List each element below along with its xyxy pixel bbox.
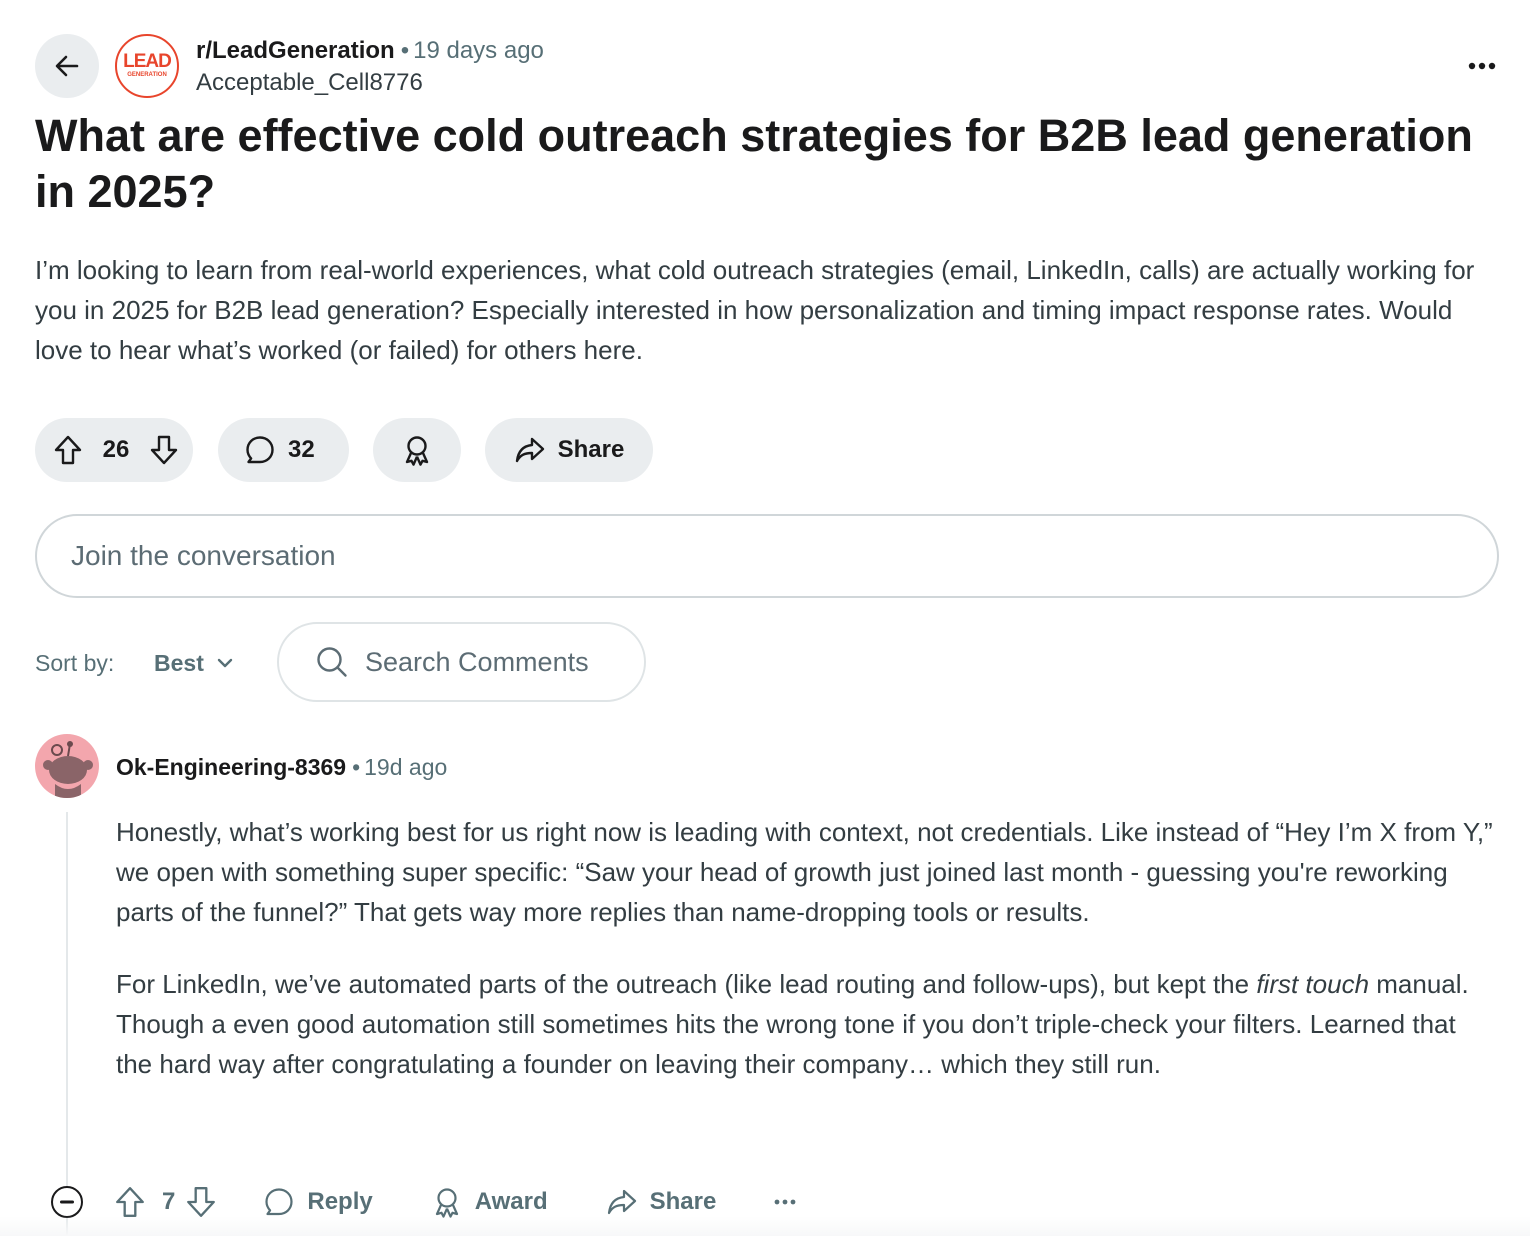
post-meta: r/LeadGeneration • 19 days ago xyxy=(196,36,544,66)
thread-line[interactable] xyxy=(66,812,68,1236)
arrow-left-icon xyxy=(55,55,79,77)
subreddit-icon[interactable]: LEAD GENERATION xyxy=(115,34,179,98)
sort-dropdown[interactable]: Best xyxy=(154,645,234,681)
arrow-down-icon xyxy=(150,435,178,465)
comments-button[interactable]: 32 xyxy=(218,418,349,482)
join-conversation-placeholder: Join the conversation xyxy=(71,540,336,571)
share-button[interactable]: Share xyxy=(485,418,653,482)
downvote-button[interactable] xyxy=(149,434,179,466)
search-comments-placeholder: Search Comments xyxy=(365,646,589,677)
magnifier-icon xyxy=(317,647,347,677)
post-author[interactable]: Acceptable_Cell8776 xyxy=(196,68,423,98)
ellipsis-icon xyxy=(1468,62,1496,70)
sort-label: Sort by: xyxy=(35,650,115,676)
comment-author[interactable]: Ok-Engineering-8369 xyxy=(116,754,346,780)
comment-meta-separator: • xyxy=(352,754,361,780)
award-comment-button[interactable]: Award xyxy=(431,1186,548,1218)
bottom-fade xyxy=(0,1216,1530,1236)
share-arrow-icon xyxy=(607,1189,636,1215)
more-options-button[interactable] xyxy=(1460,50,1504,82)
award-ribbon-icon xyxy=(435,1188,458,1218)
avatar[interactable] xyxy=(35,734,99,798)
award-button[interactable] xyxy=(373,418,461,482)
collapse-thread-button[interactable] xyxy=(51,1186,83,1218)
comment-upvote-count: 7 xyxy=(162,1188,176,1215)
speech-bubble-icon xyxy=(246,436,274,464)
comment-count: 32 xyxy=(288,436,315,463)
snoo-avatar-icon xyxy=(43,741,93,798)
award-ribbon-icon xyxy=(405,436,429,466)
comment-body: Honestly, what’s working best for us rig… xyxy=(116,812,1496,1116)
arrow-down-icon xyxy=(187,1187,216,1217)
back-button[interactable] xyxy=(35,34,99,98)
post-body: I’m looking to learn from real-world exp… xyxy=(35,255,1475,365)
comment-downvote-button[interactable] xyxy=(185,1185,217,1219)
search-comments-input[interactable]: Search Comments xyxy=(277,622,646,702)
comment-paragraph: Honestly, what’s working best for us rig… xyxy=(116,817,1493,927)
comment-paragraph: For LinkedIn, we’ve automated parts of t… xyxy=(116,964,1496,1084)
reply-label: Reply xyxy=(307,1188,373,1215)
comment-upvote-button[interactable] xyxy=(114,1185,146,1219)
subreddit-name[interactable]: r/LeadGeneration xyxy=(196,37,395,64)
subreddit-icon-text: LEAD xyxy=(123,51,172,72)
reply-button[interactable]: Reply xyxy=(263,1186,373,1218)
chevron-down-icon xyxy=(217,658,233,668)
speech-bubble-icon xyxy=(265,1188,293,1216)
arrow-up-icon xyxy=(54,435,82,465)
share-label: Share xyxy=(557,436,625,463)
sort-value: Best xyxy=(154,649,204,676)
comment-text-segment: For LinkedIn, we’ve automated parts of t… xyxy=(116,969,1257,999)
comment-more-options-button[interactable] xyxy=(774,1199,796,1205)
join-conversation-input[interactable]: Join the conversation xyxy=(35,514,1499,598)
post-time: 19 days ago xyxy=(413,37,544,64)
minus-circle-icon xyxy=(60,1200,74,1204)
share-comment-label: Share xyxy=(649,1188,717,1215)
share-arrow-icon xyxy=(515,437,544,463)
comment-meta: Ok-Engineering-8369 • 19d ago xyxy=(116,752,447,782)
ellipsis-icon xyxy=(774,1199,796,1205)
post-title: What are effective cold outreach strateg… xyxy=(35,110,1473,217)
upvote-button[interactable] xyxy=(53,434,83,466)
comment-time: 19d ago xyxy=(364,754,448,780)
share-comment-button[interactable]: Share xyxy=(606,1186,717,1218)
vote-control: 26 xyxy=(35,418,193,482)
meta-separator: • xyxy=(400,37,410,64)
comment-emphasis: first touch xyxy=(1256,969,1370,999)
subreddit-icon-subtext: GENERATION xyxy=(127,72,167,78)
upvote-count: 26 xyxy=(102,436,130,463)
arrow-up-icon xyxy=(116,1187,144,1217)
award-label: Award xyxy=(474,1188,548,1215)
